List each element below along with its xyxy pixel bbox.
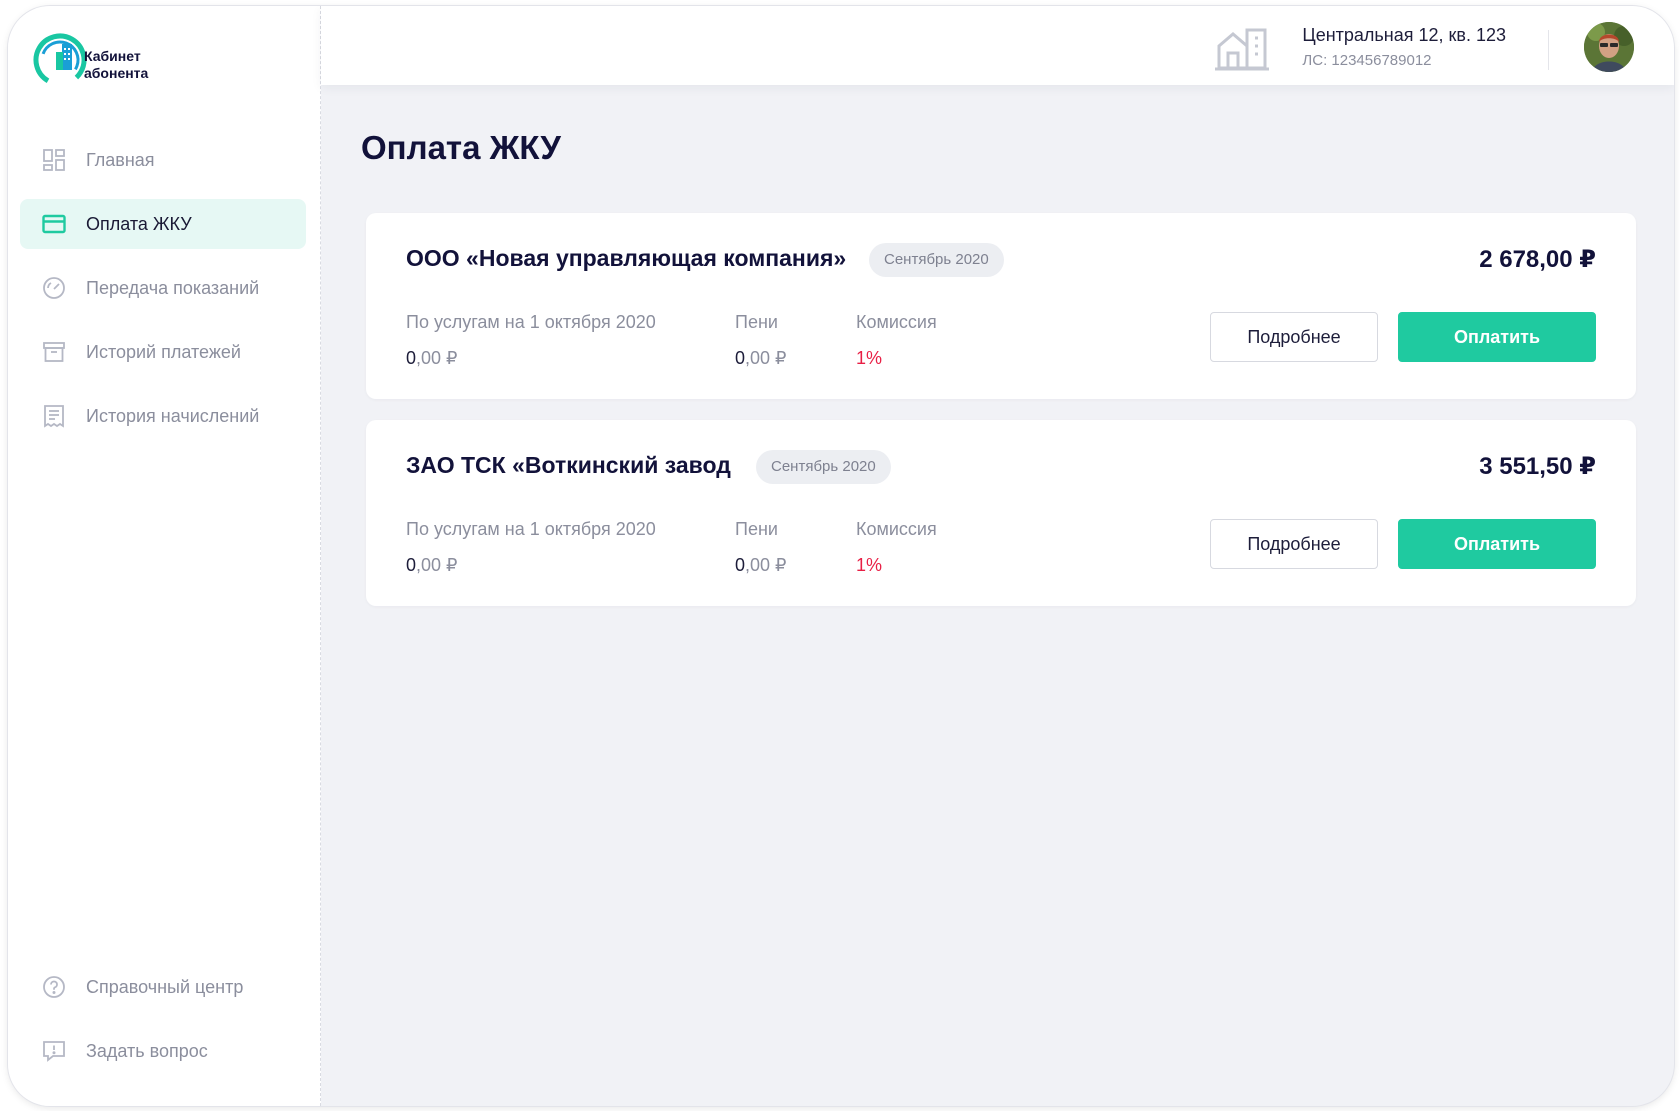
logo-line-2: абонента bbox=[84, 65, 149, 81]
company-name: ООО «Новая управляющая компания» bbox=[406, 245, 847, 271]
fines-value: 0,00 ₽ bbox=[735, 555, 787, 576]
gauge-icon bbox=[43, 277, 65, 299]
logo-icon bbox=[33, 33, 87, 87]
services-value-int: 0 bbox=[406, 348, 417, 368]
header-divider bbox=[1548, 30, 1549, 70]
fines-value: 0,00 ₽ bbox=[735, 348, 787, 369]
app-window: Кабинет абонента Главная Оплата ЖКУ Пере… bbox=[8, 6, 1674, 1106]
user-avatar-icon bbox=[1584, 22, 1634, 72]
sidebar-item-label: Оплата ЖКУ bbox=[86, 213, 192, 234]
sidebar-item-home[interactable]: Главная bbox=[20, 135, 306, 185]
payment-card: ЗАО ТСК «Воткинский завод Сентябрь 2020 … bbox=[366, 420, 1636, 606]
services-value-rest: ,00 ₽ bbox=[416, 348, 458, 368]
amount-due: 3 551,50 ₽ bbox=[1479, 453, 1596, 480]
sidebar-item-label: Историй платежей bbox=[86, 341, 241, 362]
avatar[interactable] bbox=[1584, 22, 1634, 72]
sidebar-item-label: Передача показаний bbox=[86, 277, 260, 298]
sidebar-item-label: Задать вопрос bbox=[86, 1040, 208, 1061]
archive-icon bbox=[43, 342, 65, 362]
top-header: Центральная 12, кв. 123 ЛС: 123456789012 bbox=[321, 6, 1674, 85]
account-number: ЛС: 123456789012 bbox=[1302, 52, 1432, 69]
sidebar-item-payment[interactable]: Оплата ЖКУ bbox=[20, 199, 306, 249]
logo[interactable]: Кабинет абонента bbox=[32, 30, 164, 90]
services-label: По услугам на 1 октября 2020 bbox=[406, 312, 656, 332]
services-value: 0,00 ₽ bbox=[406, 348, 656, 369]
sidebar-item-label: История начислений bbox=[86, 405, 260, 426]
company-name: ЗАО ТСК «Воткинский завод bbox=[406, 452, 731, 478]
commission-label: Комиссия bbox=[856, 312, 937, 332]
sidebar-item-help-center[interactable]: Справочный центр bbox=[20, 962, 306, 1012]
services-value: 0,00 ₽ bbox=[406, 555, 656, 576]
commission-label: Комиссия bbox=[856, 519, 937, 539]
page-title: Оплата ЖКУ bbox=[361, 129, 561, 166]
pay-button[interactable]: Оплатить bbox=[1398, 519, 1596, 569]
sidebar-item-charges-history[interactable]: История начислений bbox=[20, 391, 306, 441]
services-value-int: 0 bbox=[406, 555, 417, 575]
sidebar-item-payment-history[interactable]: Историй платежей bbox=[20, 327, 306, 377]
logo-line-1: Кабинет bbox=[84, 48, 141, 64]
fines-column: Пени 0,00 ₽ bbox=[735, 312, 787, 369]
fines-value-rest: ,00 ₽ bbox=[745, 348, 787, 368]
fines-value-int: 0 bbox=[735, 348, 746, 368]
services-column: По услугам на 1 октября 2020 0,00 ₽ bbox=[406, 519, 656, 576]
dashboard-icon bbox=[43, 149, 65, 171]
fines-label: Пени bbox=[735, 519, 778, 539]
address-block[interactable]: Центральная 12, кв. 123 ЛС: 123456789012 bbox=[1302, 25, 1506, 69]
logo-text: Кабинет абонента bbox=[84, 48, 164, 82]
commission-value: 1% bbox=[856, 348, 883, 368]
details-button[interactable]: Подробнее bbox=[1210, 519, 1378, 569]
period-badge: Сентябрь 2020 bbox=[869, 243, 1004, 277]
details-button[interactable]: Подробнее bbox=[1210, 312, 1378, 362]
sidebar-item-readings[interactable]: Передача показаний bbox=[20, 263, 306, 313]
receipt-icon bbox=[44, 405, 64, 428]
sidebar-item-label: Справочный центр bbox=[86, 976, 244, 997]
services-column: По услугам на 1 октября 2020 0,00 ₽ bbox=[406, 312, 656, 369]
fines-value-rest: ,00 ₽ bbox=[745, 555, 787, 575]
help-icon bbox=[43, 976, 65, 998]
payment-card: ООО «Новая управляющая компания» Сентябр… bbox=[366, 213, 1636, 399]
address-text: Центральная 12, кв. 123 bbox=[1302, 25, 1506, 45]
sidebar-item-ask-question[interactable]: Задать вопрос bbox=[20, 1026, 306, 1076]
amount-due: 2 678,00 ₽ bbox=[1479, 246, 1596, 273]
services-value-rest: ,00 ₽ bbox=[416, 555, 458, 575]
card-icon bbox=[42, 214, 66, 234]
sidebar-bottom-nav: Справочный центр Задать вопрос bbox=[20, 962, 306, 1090]
sidebar: Кабинет абонента Главная Оплата ЖКУ Пере… bbox=[8, 6, 321, 1106]
period-badge: Сентябрь 2020 bbox=[756, 450, 891, 484]
house-icon bbox=[1215, 28, 1269, 71]
commission-column: Комиссия 1% bbox=[856, 312, 937, 369]
services-label: По услугам на 1 октября 2020 bbox=[406, 519, 656, 539]
commission-column: Комиссия 1% bbox=[856, 519, 937, 576]
fines-column: Пени 0,00 ₽ bbox=[735, 519, 787, 576]
sidebar-item-label: Главная bbox=[86, 149, 155, 170]
sidebar-nav: Главная Оплата ЖКУ Передача показаний Ис… bbox=[20, 135, 306, 455]
chat-question-icon bbox=[43, 1041, 65, 1062]
pay-button[interactable]: Оплатить bbox=[1398, 312, 1596, 362]
fines-label: Пени bbox=[735, 312, 778, 332]
fines-value-int: 0 bbox=[735, 555, 746, 575]
commission-value: 1% bbox=[856, 555, 883, 575]
